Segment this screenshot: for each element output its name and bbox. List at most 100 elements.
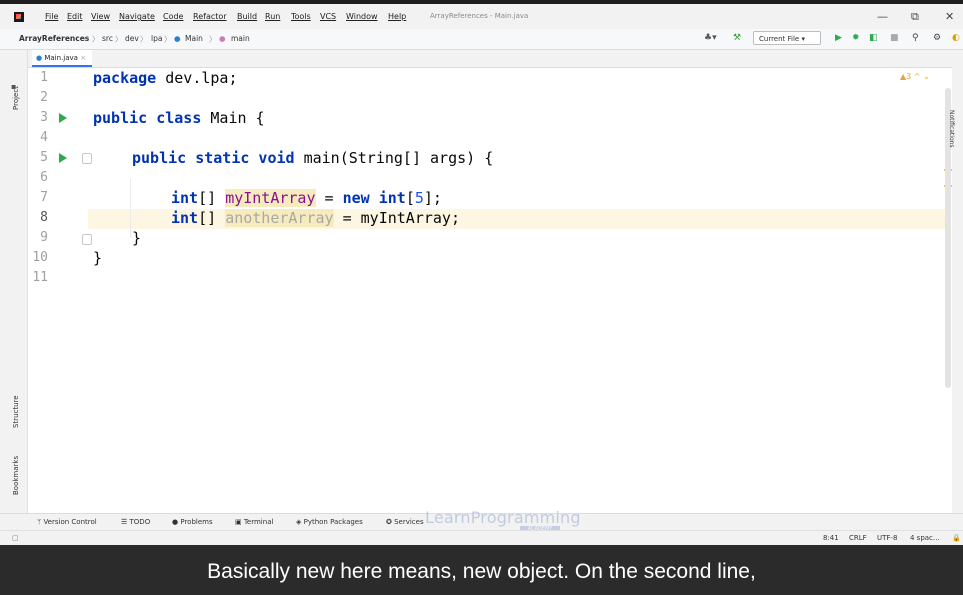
line-number: 6 xyxy=(40,170,48,185)
inspection-widget[interactable]: ▲3 ^ ⌄ xyxy=(900,72,930,81)
line-number: 7 xyxy=(40,190,48,205)
breadcrumb-separator: 〉 xyxy=(92,35,100,44)
bookmarks-tool-tab[interactable]: Bookmarks xyxy=(12,456,20,495)
lock-icon[interactable]: 🔒 xyxy=(952,534,961,542)
restore-button[interactable]: ⧉ xyxy=(911,10,919,24)
menu-vcs[interactable]: VCS xyxy=(320,12,336,21)
menu-help[interactable]: Help xyxy=(388,12,406,21)
line-number: 2 xyxy=(40,90,48,105)
search-icon[interactable]: ⚲ xyxy=(912,33,919,43)
method-icon: ● xyxy=(219,34,226,43)
status-bar: ▢ 8:41 CRLF UTF-8 4 spac… 🔒 xyxy=(0,530,963,545)
folder-icon: ▪ xyxy=(11,82,17,91)
problems-tab[interactable]: ● Problems xyxy=(172,518,213,526)
breadcrumb-main-class[interactable]: Main xyxy=(185,34,203,43)
line-number: 4 xyxy=(40,130,48,145)
menu-build[interactable]: Build xyxy=(237,12,257,21)
tab-main-java[interactable]: ● Main.java × xyxy=(32,50,93,67)
close-window-button[interactable]: ✕ xyxy=(945,10,954,23)
python-packages-tab[interactable]: ◈ Python Packages xyxy=(296,518,363,526)
breadcrumb-separator: 〉 xyxy=(115,35,123,44)
breadcrumb-separator: 〉 xyxy=(164,35,172,44)
class-icon: ● xyxy=(174,34,181,43)
editor-gutter: 1 2 3 4 5 6 7 8 9 10 11 xyxy=(28,68,92,513)
line-number: 10 xyxy=(32,250,48,265)
todo-tab[interactable]: ☰ TODO xyxy=(121,518,150,526)
line-number: 8 xyxy=(40,210,48,225)
breadcrumb-project[interactable]: ArrayReferences xyxy=(19,34,89,43)
menu-file[interactable]: File xyxy=(45,12,58,21)
code-line-1: package dev.lpa; xyxy=(93,69,238,87)
editor-tab-bar: ● Main.java × ⋮ xyxy=(28,50,963,68)
fold-icon[interactable] xyxy=(82,153,92,164)
menu-window[interactable]: Window xyxy=(346,12,378,21)
debug-icon[interactable]: ✹ xyxy=(852,33,860,43)
line-number: 9 xyxy=(40,230,48,245)
breadcrumb-lpa[interactable]: lpa xyxy=(151,34,162,43)
structure-tool-tab[interactable]: Structure xyxy=(12,395,20,428)
code-line-7: int[] myIntArray = new int[5]; xyxy=(171,189,442,207)
line-number: 5 xyxy=(40,150,48,165)
vcs-user-icon[interactable]: ♣▾ xyxy=(704,33,717,43)
breadcrumb-dev[interactable]: dev xyxy=(125,34,139,43)
right-tool-strip: Notifications xyxy=(948,50,963,513)
line-separator[interactable]: CRLF xyxy=(849,534,867,542)
code-line-9: } xyxy=(132,229,142,247)
tab-close-icon[interactable]: × xyxy=(80,54,86,62)
menu-code[interactable]: Code xyxy=(163,12,183,21)
coverage-icon[interactable]: ◧ xyxy=(869,33,878,43)
menu-navigate[interactable]: Navigate xyxy=(119,12,155,21)
indent-setting[interactable]: 4 spac… xyxy=(910,534,940,542)
menu-bar: File Edit View Navigate Code Refactor Bu… xyxy=(0,4,963,29)
breadcrumb-separator: 〉 xyxy=(209,35,217,44)
breadcrumb-main-method[interactable]: main xyxy=(231,34,250,43)
menu-run[interactable]: Run xyxy=(265,12,280,21)
plugin-icon[interactable]: ◐ xyxy=(952,33,960,43)
run-class-icon[interactable] xyxy=(59,113,67,123)
menu-tools[interactable]: Tools xyxy=(291,12,311,21)
menu-view[interactable]: View xyxy=(91,12,110,21)
intellij-logo-icon[interactable] xyxy=(14,12,24,22)
terminal-icon: ▣ xyxy=(235,518,244,526)
left-tool-strip: Project ▪ Structure Bookmarks xyxy=(0,50,28,513)
indent-guide xyxy=(130,178,131,238)
settings-gear-icon[interactable]: ⚙ xyxy=(933,33,941,43)
run-icon[interactable]: ▶ xyxy=(835,33,842,43)
current-line-highlight xyxy=(28,209,950,229)
line-number: 1 xyxy=(40,70,48,85)
line-number: 3 xyxy=(40,110,48,125)
code-line-10: } xyxy=(93,249,103,267)
services-icon: ✪ xyxy=(386,518,395,526)
minimize-button[interactable]: — xyxy=(877,10,888,23)
run-main-icon[interactable] xyxy=(59,153,67,163)
stop-icon[interactable]: ■ xyxy=(890,33,899,43)
packages-icon: ◈ xyxy=(296,518,304,526)
code-line-8: int[] anotherArray = myIntArray; xyxy=(171,209,460,227)
fold-icon[interactable] xyxy=(82,234,92,245)
code-line-5: public static void main(String[] args) { xyxy=(132,149,494,167)
tab-label: Main.java xyxy=(44,54,78,62)
terminal-tab[interactable]: ▣ Terminal xyxy=(235,518,273,526)
navigation-bar: ArrayReferences 〉 src 〉 dev 〉 lpa 〉 ● Ma… xyxy=(0,29,963,50)
build-hammer-icon[interactable]: ⚒ xyxy=(733,33,741,43)
run-configuration-select[interactable]: Current File ▾ xyxy=(753,31,821,45)
code-line-3: public class Main { xyxy=(93,109,265,127)
window-title: ArrayReferences - Main.java xyxy=(430,12,529,20)
breadcrumb-src[interactable]: src xyxy=(102,34,113,43)
layout-toggle-icon[interactable]: ▢ xyxy=(12,534,19,542)
ide-window: File Edit View Navigate Code Refactor Bu… xyxy=(0,0,963,545)
file-encoding[interactable]: UTF-8 xyxy=(877,534,897,542)
menu-refactor[interactable]: Refactor xyxy=(193,12,227,21)
line-number: 11 xyxy=(32,270,48,285)
breadcrumb-separator: 〉 xyxy=(140,35,148,44)
notifications-tool-tab[interactable]: Notifications xyxy=(948,110,955,148)
menu-edit[interactable]: Edit xyxy=(67,12,83,21)
caret-position[interactable]: 8:41 xyxy=(823,534,839,542)
services-tab[interactable]: ✪ Services xyxy=(386,518,424,526)
version-control-tab[interactable]: ᛘ Version Control xyxy=(37,518,97,526)
watermark-logo: LearnProgramming xyxy=(425,508,581,527)
list-icon: ☰ xyxy=(121,518,130,526)
code-editor[interactable]: 1 2 3 4 5 6 7 8 9 10 11 package dev.lpa;… xyxy=(28,68,963,513)
java-class-icon: ● xyxy=(36,54,43,62)
video-subtitle: Basically new here means, new object. On… xyxy=(207,560,756,583)
